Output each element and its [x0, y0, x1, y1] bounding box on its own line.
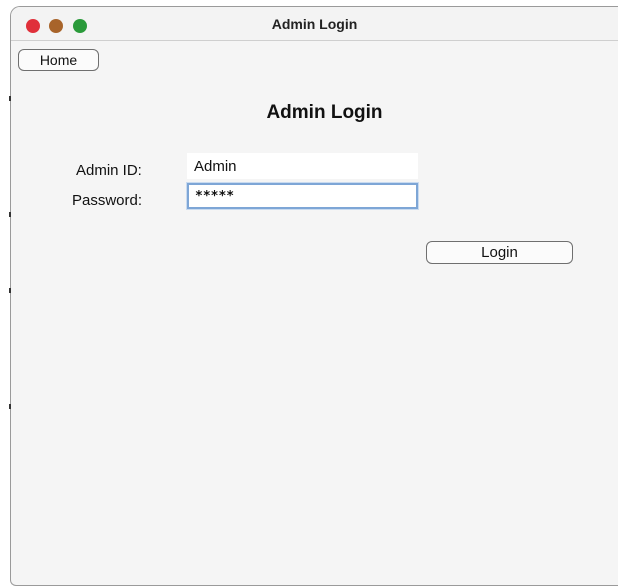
window-title: Admin Login: [271, 16, 358, 32]
password-field[interactable]: [187, 183, 418, 209]
edge-mark: [9, 212, 11, 217]
password-label: Password:: [72, 192, 143, 209]
page-title: Admin Login: [266, 102, 383, 123]
edge-mark: [9, 96, 11, 101]
edge-mark: [9, 404, 11, 409]
admin-id-field[interactable]: [187, 153, 418, 179]
app-window: Admin Login Home Admin Login Admin ID: P…: [10, 6, 618, 586]
login-button[interactable]: Login: [426, 241, 573, 264]
title-bar[interactable]: Admin Login: [11, 7, 618, 41]
admin-id-label: Admin ID:: [76, 162, 142, 179]
home-button[interactable]: Home: [18, 49, 99, 71]
edge-mark: [9, 288, 11, 293]
